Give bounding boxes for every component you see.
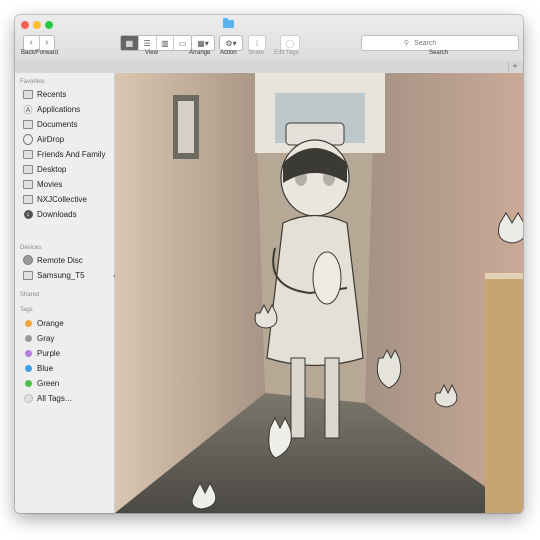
search-icon: ⚲ xyxy=(403,40,410,47)
tag-green-icon xyxy=(23,379,33,388)
sidebar-item-applications[interactable]: Ⓐ Applications xyxy=(23,103,80,115)
sidebar-tag-blue[interactable]: Blue xyxy=(23,362,53,374)
sidebar-item-downloads[interactable]: ↓ Downloads xyxy=(23,208,77,220)
sidebar-item-label: Documents xyxy=(37,119,78,129)
edit-tags-label: Edit Tags xyxy=(274,50,299,56)
search-field[interactable]: ⚲ xyxy=(361,35,519,51)
column-view-icon: ▥ xyxy=(161,38,169,48)
movies-icon xyxy=(23,179,33,189)
sidebar-item-movies[interactable]: Movies xyxy=(23,178,62,190)
sidebar-item-airdrop[interactable]: AirDrop xyxy=(23,133,64,145)
folder-icon xyxy=(23,194,33,204)
hallway-artwork-image xyxy=(115,73,523,513)
tag-label: Blue xyxy=(37,363,54,373)
back-forward-control: ‹ › xyxy=(23,35,55,51)
sidebar-item-documents[interactable]: Documents xyxy=(23,118,77,130)
sidebar-item-remote-disc[interactable]: Remote Disc xyxy=(23,254,83,266)
sidebar-item-recents[interactable]: Recents xyxy=(23,88,66,100)
sidebar: Favorites Recents Ⓐ Applications Documen… xyxy=(15,73,119,513)
gear-icon: ⚙▾ xyxy=(225,38,237,48)
drive-icon xyxy=(23,270,33,280)
search-input[interactable] xyxy=(412,38,477,48)
icon-view-button[interactable]: ▦ xyxy=(121,36,138,50)
tag-orange-icon xyxy=(23,319,33,328)
sidebar-item-samsung-t5[interactable]: Samsung_T5 xyxy=(23,269,85,281)
sidebar-item-desktop[interactable]: Desktop xyxy=(23,163,66,175)
sidebar-item-label: Movies xyxy=(37,179,63,189)
finder-window: ‹ › Back/Forward ▦ ☰ ▥ ▭ View ▦▾ Arrange… xyxy=(15,15,523,513)
search-label: Search xyxy=(429,50,449,56)
recents-icon xyxy=(23,89,33,99)
back-button[interactable]: ‹ xyxy=(24,36,39,50)
icon-view-icon: ▦ xyxy=(125,38,134,48)
sidebar-item-label: Downloads xyxy=(37,209,77,219)
tags-section-title: Tags xyxy=(20,307,33,313)
sidebar-tag-green[interactable]: Green xyxy=(23,377,59,389)
view-control: ▦ ☰ ▥ ▭ xyxy=(120,35,192,51)
tag-label: All Tags... xyxy=(37,393,72,403)
edit-tags-button[interactable]: ◯ xyxy=(280,35,300,51)
content-area xyxy=(115,73,523,513)
devices-section-title: Devices xyxy=(20,245,42,251)
sidebar-tag-all-tags[interactable]: All Tags... xyxy=(23,392,72,404)
disc-icon xyxy=(23,255,33,265)
tag-purple-icon xyxy=(23,349,33,358)
folder-icon xyxy=(23,149,33,159)
shared-section-title: Shared xyxy=(20,292,40,298)
action-button[interactable]: ⚙▾ xyxy=(219,35,243,51)
downloads-icon: ↓ xyxy=(23,209,33,219)
sidebar-item-label: Recents xyxy=(37,89,67,99)
view-label: View xyxy=(145,50,158,56)
sidebar-item-label: Samsung_T5 xyxy=(37,270,85,280)
list-view-icon: ☰ xyxy=(143,38,151,48)
sidebar-tag-gray[interactable]: Gray xyxy=(23,332,54,344)
sidebar-item-label: Applications xyxy=(37,104,81,114)
sidebar-tag-purple[interactable]: Purple xyxy=(23,347,60,359)
tag-label: Gray xyxy=(37,333,55,343)
forward-button[interactable]: › xyxy=(38,36,55,50)
sidebar-item-friends-and-family[interactable]: Friends And Family xyxy=(23,148,105,160)
airdrop-icon xyxy=(23,133,33,145)
sidebar-item-label: Remote Disc xyxy=(37,255,83,265)
tag-label: Orange xyxy=(37,318,64,328)
sidebar-item-label: Friends And Family xyxy=(37,149,106,159)
arrange-button[interactable]: ▦▾ xyxy=(191,35,215,51)
zoom-button[interactable] xyxy=(45,21,53,29)
column-view-button[interactable]: ▥ xyxy=(155,36,174,50)
tag-gray-icon xyxy=(23,334,33,343)
tag-blue-icon xyxy=(23,364,33,373)
arrange-icon: ▦▾ xyxy=(197,38,209,48)
new-tab-button[interactable]: + xyxy=(508,61,521,72)
favorites-section-title: Favorites xyxy=(20,79,45,85)
share-button[interactable]: ⇧ xyxy=(248,35,266,51)
gallery-view-button[interactable]: ▭ xyxy=(173,36,191,50)
tag-label: Green xyxy=(37,378,60,388)
action-label: Action xyxy=(220,50,237,56)
sidebar-item-label: NXJCollective xyxy=(37,194,87,204)
list-view-button[interactable]: ☰ xyxy=(137,36,156,50)
sidebar-item-label: Desktop xyxy=(37,164,67,174)
desktop-icon xyxy=(23,164,33,174)
tag-label: Purple xyxy=(37,348,61,358)
all-tags-icon xyxy=(23,393,33,403)
close-button[interactable] xyxy=(21,21,29,29)
toolbar: ‹ › Back/Forward ▦ ☰ ▥ ▭ View ▦▾ Arrange… xyxy=(15,15,523,74)
tag-icon: ◯ xyxy=(285,38,295,48)
gallery-view-icon: ▭ xyxy=(178,38,187,48)
applications-icon: Ⓐ xyxy=(23,104,33,115)
share-icon: ⇧ xyxy=(253,38,261,48)
sidebar-tag-orange[interactable]: Orange xyxy=(23,317,64,329)
arrange-label: Arrange xyxy=(189,50,211,56)
minimize-button[interactable] xyxy=(33,21,41,29)
back-forward-label: Back/Forward xyxy=(21,50,59,56)
sidebar-item-nxjcollective[interactable]: NXJCollective xyxy=(23,193,87,205)
sidebar-item-label: AirDrop xyxy=(37,134,65,144)
documents-icon xyxy=(23,119,33,129)
tab-bar: + xyxy=(15,61,523,72)
share-label: Share xyxy=(248,50,265,56)
window-folder-icon xyxy=(223,18,234,28)
